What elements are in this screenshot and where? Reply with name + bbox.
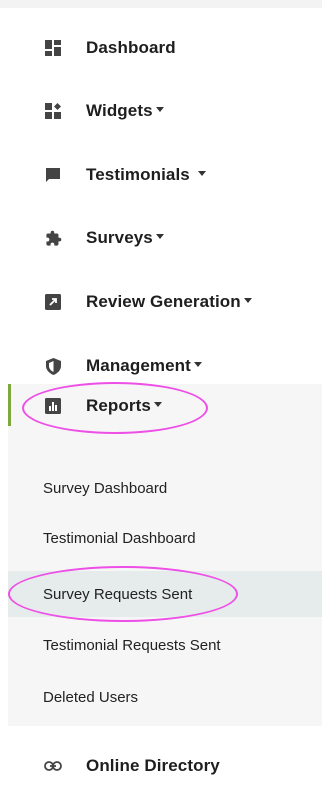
chevron-down-icon — [155, 234, 164, 240]
chevron-down-icon — [243, 298, 252, 304]
submenu-item-label: Testimonial Requests Sent — [43, 636, 221, 654]
widgets-icon — [44, 102, 62, 120]
submenu-item-survey-dashboard[interactable]: Survey Dashboard — [8, 468, 322, 508]
chevron-down-icon — [193, 362, 202, 368]
shield-icon — [44, 357, 62, 375]
sidebar-item-management[interactable]: Management — [0, 346, 322, 386]
sidebar-item-label: Dashboard — [86, 38, 176, 57]
sidebar-item-online-directory[interactable]: Online Directory — [0, 746, 322, 786]
sidebar-item-label: Online Directory — [86, 756, 220, 775]
sidebar-item-label: Widgets — [86, 101, 153, 120]
external-link-icon — [44, 293, 62, 311]
submenu-item-label: Testimonial Dashboard — [43, 529, 196, 547]
sidebar-item-reports[interactable]: Reports — [0, 386, 322, 426]
submenu-item-survey-requests-sent[interactable]: Survey Requests Sent — [8, 571, 322, 617]
top-border — [0, 0, 322, 8]
submenu-item-testimonial-requests-sent[interactable]: Testimonial Requests Sent — [8, 625, 322, 665]
chevron-down-icon — [197, 171, 206, 177]
sidebar-item-review-generation[interactable]: Review Generation — [0, 282, 322, 322]
submenu-item-deleted-users[interactable]: Deleted Users — [8, 677, 322, 717]
sidebar-item-surveys[interactable]: Surveys — [0, 218, 322, 258]
sidebar-item-label: Testimonials — [86, 165, 190, 184]
puzzle-icon — [44, 229, 62, 247]
submenu-item-label: Deleted Users — [43, 688, 139, 706]
submenu-item-testimonial-dashboard[interactable]: Testimonial Dashboard — [8, 518, 322, 558]
sidebar-item-label: Reports — [86, 396, 151, 415]
sidebar-item-label: Surveys — [86, 228, 153, 247]
submenu-item-label: Survey Dashboard — [43, 479, 168, 497]
link-icon — [44, 757, 62, 775]
sidebar-item-dashboard[interactable]: Dashboard — [0, 28, 322, 68]
sidebar-item-label: Management — [86, 356, 191, 375]
sidebar-item-widgets[interactable]: Widgets — [0, 91, 322, 131]
sidebar-item-testimonials[interactable]: Testimonials — [0, 155, 322, 195]
sidebar-item-label: Review Generation — [86, 292, 241, 311]
submenu-item-label: Survey Requests Sent — [43, 585, 193, 603]
chat-bubble-icon — [44, 166, 62, 184]
dashboard-icon — [44, 39, 62, 57]
bar-chart-icon — [44, 397, 62, 415]
chevron-down-icon — [155, 107, 164, 113]
chevron-down-icon — [153, 402, 162, 408]
